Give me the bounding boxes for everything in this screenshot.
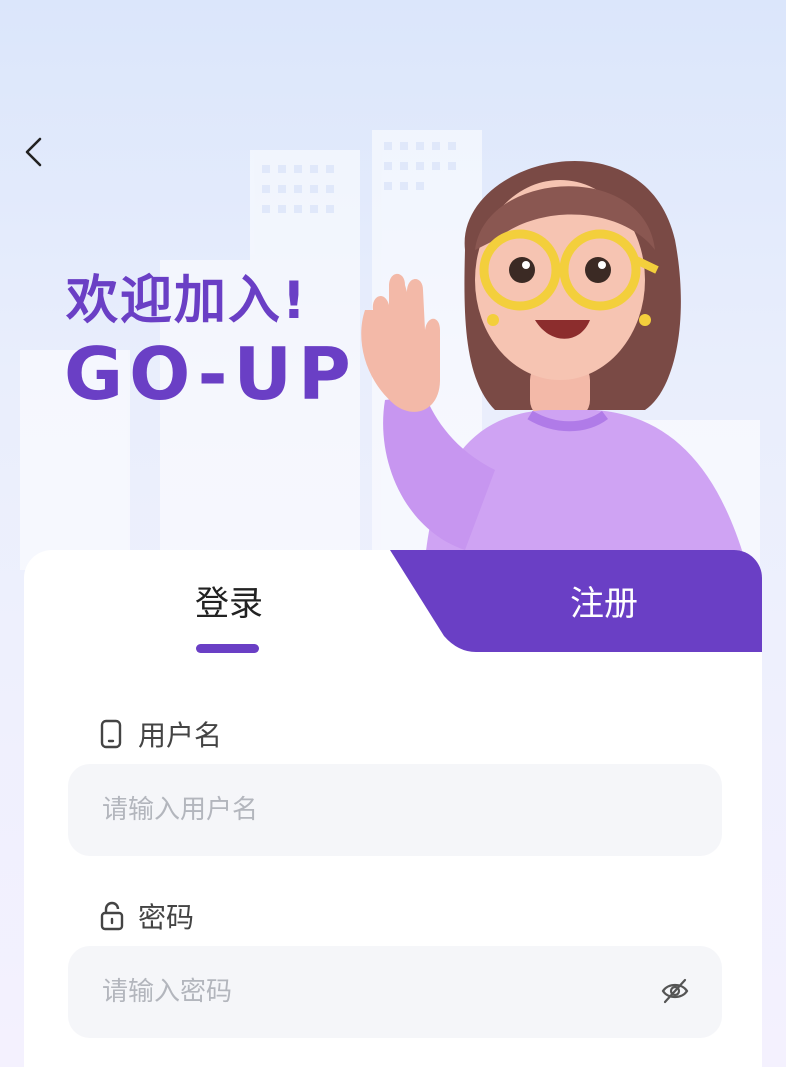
- brand-name: GO-UP: [64, 332, 357, 416]
- tab-register[interactable]: 注册: [514, 576, 694, 626]
- username-label-text: 用户名: [138, 719, 223, 752]
- password-label: 密码: [100, 896, 194, 936]
- eye-off-icon[interactable]: [660, 976, 690, 1006]
- active-tab-indicator: [196, 644, 259, 653]
- welcome-title: 欢迎加入!: [66, 271, 308, 331]
- username-field[interactable]: [68, 764, 722, 856]
- tab-login[interactable]: 登录: [134, 576, 324, 626]
- username-input[interactable]: [102, 795, 688, 825]
- password-field[interactable]: [68, 946, 722, 1038]
- login-card: 登录 注册 用户名 密码: [24, 550, 762, 1067]
- back-button[interactable]: [14, 132, 54, 172]
- password-input[interactable]: [102, 977, 662, 1007]
- chevron-left-icon: [25, 137, 42, 167]
- phone-icon: [100, 719, 126, 749]
- avatar-illustration: [361, 161, 745, 560]
- lock-icon: [100, 901, 126, 931]
- password-label-text: 密码: [138, 901, 195, 934]
- username-label: 用户名: [100, 714, 222, 754]
